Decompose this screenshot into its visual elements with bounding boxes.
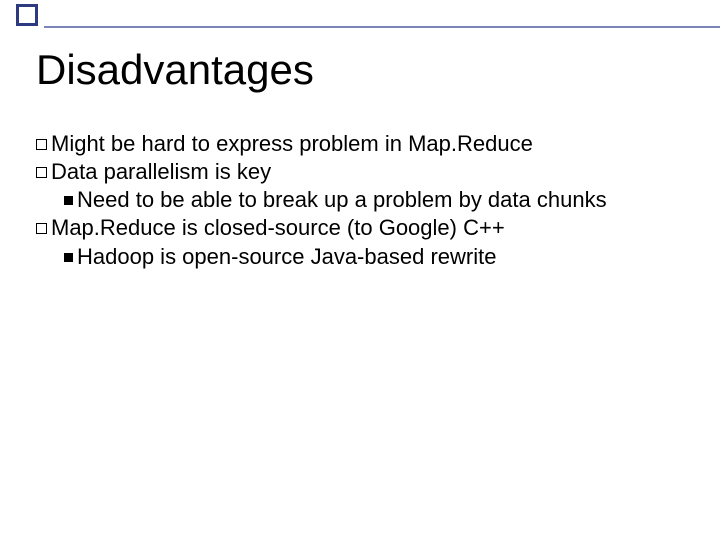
accent-square-icon [16,4,38,26]
list-item: Hadoop is open-source Java-based rewrite [36,243,684,271]
list-item: Need to be able to break up a problem by… [36,186,684,214]
bullet-text: Data parallelism is key [51,159,271,184]
slide-body: Might be hard to express problem in Map.… [36,130,684,271]
list-item: Map.Reduce is closed-source (to Google) … [36,214,684,242]
bullet-text: Hadoop is open-source Java-based rewrite [77,244,496,269]
open-square-bullet-icon [36,223,47,234]
bullet-text: Might be hard to express problem in Map.… [51,131,533,156]
list-item: Might be hard to express problem in Map.… [36,130,684,158]
list-item: Data parallelism is key [36,158,684,186]
bullet-text: Map.Reduce is closed-source (to Google) … [51,215,505,240]
bullet-text: Need to be able to break up a problem by… [77,187,607,212]
slide-title: Disadvantages [36,46,314,94]
open-square-bullet-icon [36,139,47,150]
open-square-bullet-icon [36,167,47,178]
filled-square-bullet-icon [64,253,73,262]
accent-rule [44,26,720,28]
slide: Disadvantages Might be hard to express p… [0,0,720,540]
filled-square-bullet-icon [64,196,73,205]
